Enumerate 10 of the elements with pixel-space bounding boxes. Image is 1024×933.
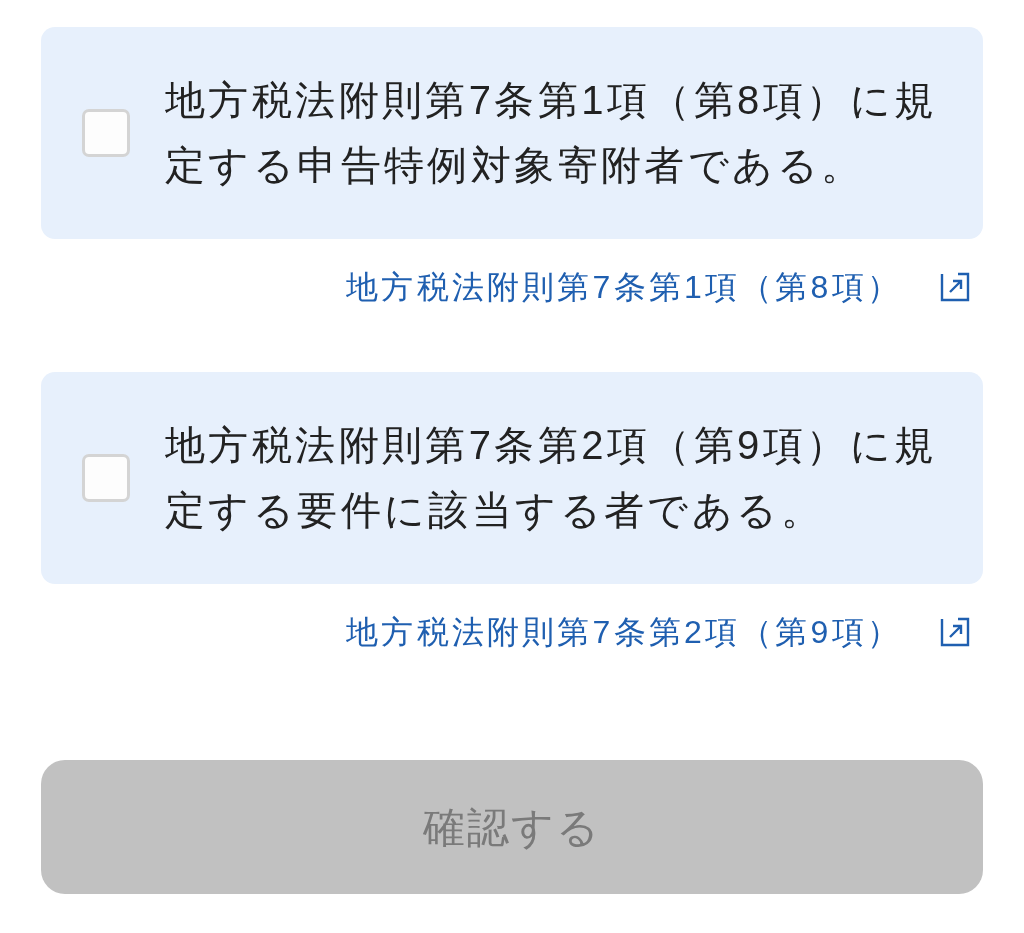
external-link-icon bbox=[940, 617, 970, 647]
law-link[interactable]: 地方税法附則第7条第1項（第8項） bbox=[346, 263, 970, 311]
checkbox[interactable] bbox=[82, 109, 130, 157]
checkbox-card[interactable]: 地方税法附則第7条第1項（第8項）に規定する申告特例対象寄附者である。 bbox=[41, 27, 983, 239]
external-link-icon bbox=[940, 272, 970, 302]
checkbox-label: 地方税法附則第7条第1項（第8項）に規定する申告特例対象寄附者である。 bbox=[165, 77, 939, 189]
checkbox[interactable] bbox=[82, 454, 130, 502]
checkbox-label: 地方税法附則第7条第2項（第9項）に規定する要件に該当する者である。 bbox=[165, 422, 939, 534]
law-link[interactable]: 地方税法附則第7条第2項（第9項） bbox=[346, 608, 970, 656]
checkbox-card[interactable]: 地方税法附則第7条第2項（第9項）に規定する要件に該当する者である。 bbox=[41, 372, 983, 584]
